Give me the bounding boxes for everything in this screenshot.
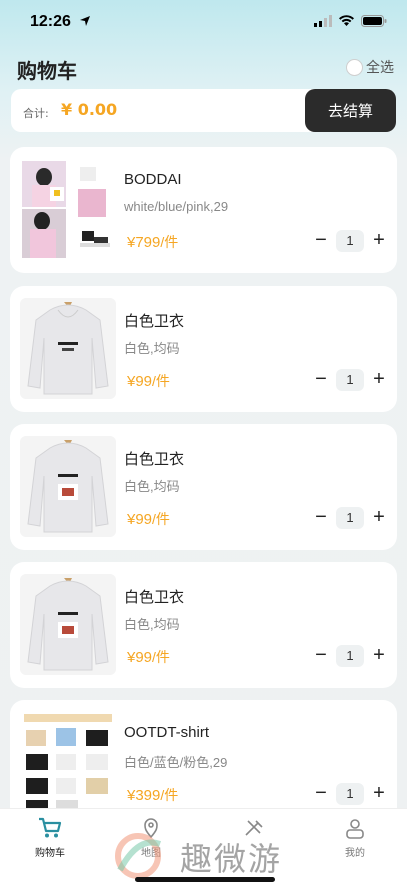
battery-icon <box>361 15 387 27</box>
home-indicator <box>135 877 275 882</box>
tools-icon <box>245 820 263 836</box>
price-value: ¥99 <box>127 373 153 390</box>
page-title: 购物车 <box>17 59 77 83</box>
product-image[interactable] <box>20 712 116 813</box>
profile-icon <box>346 819 364 839</box>
hoodie-image <box>20 574 116 675</box>
checkout-button[interactable]: 去结算 <box>305 89 396 132</box>
hoodie-image <box>20 436 116 537</box>
product-collage-image <box>20 159 116 260</box>
plus-button[interactable]: + <box>370 783 388 805</box>
price-unit: /件 <box>152 373 170 389</box>
cart-item[interactable]: 白色卫衣 白色,均码 ¥99/件 − 1 + <box>10 424 397 550</box>
plus-button[interactable]: + <box>370 507 388 529</box>
item-name: 白色卫衣 <box>124 313 185 330</box>
minus-button[interactable]: − <box>312 230 330 252</box>
product-image[interactable] <box>20 574 116 675</box>
summary-bar: 合计: ¥ 0.00 去结算 <box>11 89 396 132</box>
item-spec: white/blue/pink,29 <box>124 199 229 214</box>
cart-item[interactable]: BODDAI white/blue/pink,29 ¥799/件 − 1 + <box>10 147 397 273</box>
hoodie-image <box>20 298 116 399</box>
item-price: ¥99/件 <box>127 371 170 391</box>
select-all-radio-icon[interactable] <box>346 58 363 76</box>
minus-button[interactable]: − <box>312 507 330 529</box>
price-unit: /件 <box>152 511 170 527</box>
quantity-value[interactable]: 1 <box>336 783 364 805</box>
quantity-stepper: − 1 + <box>312 783 388 805</box>
item-name: OOTDT-shirt <box>124 724 209 741</box>
status-bar: 12:26 <box>0 0 407 44</box>
quantity-stepper: − 1 + <box>312 645 388 667</box>
wifi-icon <box>339 15 354 26</box>
quantity-value[interactable]: 1 <box>336 507 364 529</box>
item-name: BODDAI <box>124 171 182 188</box>
minus-button[interactable]: − <box>312 645 330 667</box>
item-spec: 白色,均码 <box>124 479 180 494</box>
total-label: 合计: <box>23 107 49 120</box>
item-spec: 白色,均码 <box>124 341 180 356</box>
select-all-toggle[interactable]: 全选 <box>346 57 394 77</box>
quantity-value[interactable]: 1 <box>336 369 364 391</box>
cart-icon <box>39 817 62 838</box>
tshirt-collage-image <box>20 712 116 813</box>
map-icon <box>144 818 158 839</box>
item-name: 白色卫衣 <box>124 451 185 468</box>
minus-button[interactable]: − <box>312 369 330 391</box>
item-price: ¥99/件 <box>127 509 170 529</box>
tab-tools[interactable] <box>224 817 284 844</box>
price-value: ¥99 <box>127 511 153 528</box>
quantity-value[interactable]: 1 <box>336 230 364 252</box>
tab-map[interactable]: 地图 <box>121 817 181 859</box>
quantity-value[interactable]: 1 <box>336 645 364 667</box>
signal-icon <box>314 15 332 27</box>
tab-label: 我的 <box>345 848 365 859</box>
price-unit: /件 <box>152 649 170 665</box>
cart-item[interactable]: 白色卫衣 白色,均码 ¥99/件 − 1 + <box>10 286 397 412</box>
product-image[interactable] <box>20 436 116 537</box>
location-arrow-icon <box>80 16 90 26</box>
cart-item[interactable]: 白色卫衣 白色,均码 ¥99/件 − 1 + <box>10 562 397 688</box>
item-price: ¥799/件 <box>127 232 178 252</box>
status-indicators <box>314 15 387 27</box>
item-spec: 白色/蓝色/粉色,29 <box>124 755 228 770</box>
plus-button[interactable]: + <box>370 369 388 391</box>
quantity-stepper: − 1 + <box>312 369 388 391</box>
plus-button[interactable]: + <box>370 645 388 667</box>
price-value: ¥799 <box>127 234 161 251</box>
price-value: ¥99 <box>127 649 153 666</box>
item-price: ¥99/件 <box>127 647 170 667</box>
product-image[interactable] <box>20 159 116 260</box>
header: 购物车 全选 <box>0 44 407 88</box>
price-unit: /件 <box>160 787 179 803</box>
price-unit: /件 <box>160 234 179 250</box>
tab-cart[interactable]: 购物车 <box>20 817 80 859</box>
product-image[interactable] <box>20 298 116 399</box>
total-value: ¥ 0.00 <box>61 100 118 119</box>
tab-label: 地图 <box>141 848 161 859</box>
minus-button[interactable]: − <box>312 783 330 805</box>
item-price: ¥399/件 <box>127 785 178 805</box>
quantity-stepper: − 1 + <box>312 230 388 252</box>
item-name: 白色卫衣 <box>124 589 185 606</box>
status-time: 12:26 <box>30 13 71 30</box>
tab-label: 购物车 <box>35 848 65 859</box>
quantity-stepper: − 1 + <box>312 507 388 529</box>
item-spec: 白色,均码 <box>124 617 180 632</box>
tab-profile[interactable]: 我的 <box>325 817 385 859</box>
plus-button[interactable]: + <box>370 230 388 252</box>
select-all-label: 全选 <box>366 60 394 76</box>
price-value: ¥399 <box>127 787 161 804</box>
